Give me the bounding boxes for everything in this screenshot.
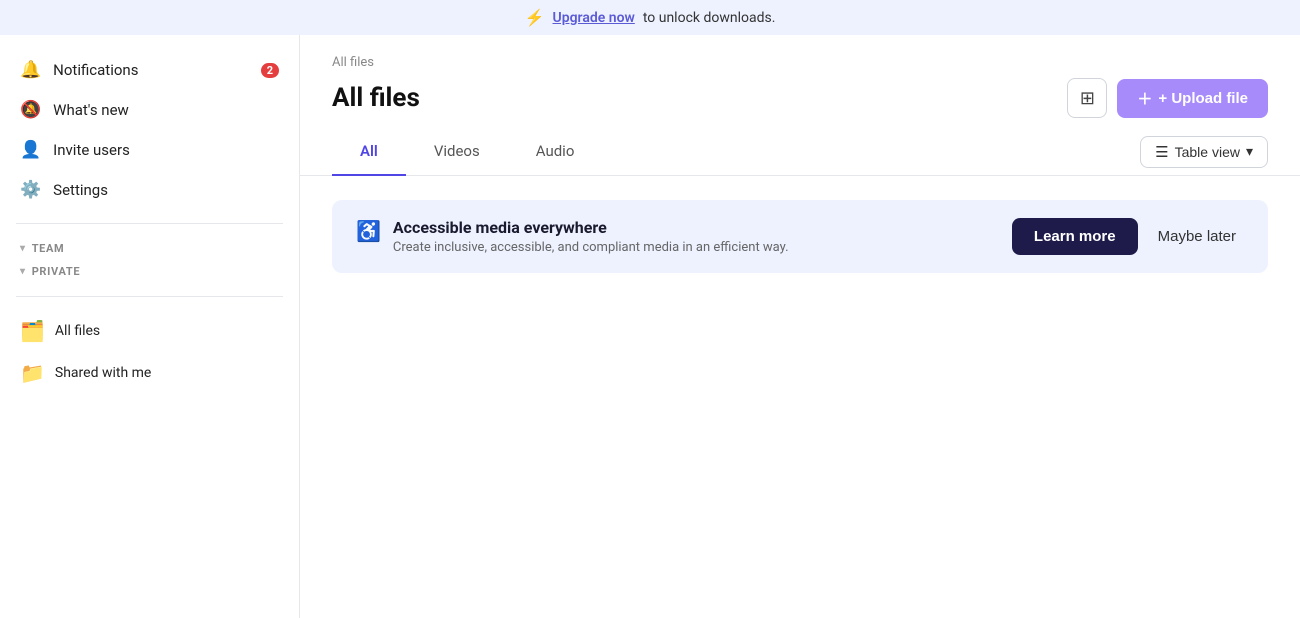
- maybe-later-button[interactable]: Maybe later: [1150, 218, 1244, 255]
- upgrade-link[interactable]: Upgrade now: [553, 10, 635, 26]
- upload-label: + Upload file: [1158, 90, 1248, 107]
- sidebar-section-private[interactable]: ▾ PRIVATE: [0, 261, 299, 282]
- main-layout: 🔔 Notifications 2 🔕 What's new 👤 Invite …: [0, 35, 1300, 618]
- page-title: All files: [332, 83, 420, 113]
- all-files-label: All files: [55, 323, 100, 339]
- bolt-icon: ⚡: [525, 8, 545, 27]
- shared-with-me-label: Shared with me: [55, 365, 151, 381]
- info-banner-subtitle: Create inclusive, accessible, and compli…: [393, 240, 789, 255]
- add-folder-icon: ⊞: [1080, 88, 1095, 109]
- invite-users-label: Invite users: [53, 141, 130, 159]
- tab-all-label: All: [360, 142, 378, 160]
- tab-all[interactable]: All: [332, 134, 406, 176]
- sidebar: 🔔 Notifications 2 🔕 What's new 👤 Invite …: [0, 35, 300, 618]
- breadcrumb: All files: [332, 55, 1268, 70]
- sidebar-item-shared-with-me[interactable]: 📁 Shared with me: [0, 353, 299, 393]
- info-banner-actions: Learn more Maybe later: [1012, 218, 1244, 255]
- list-icon: ☰: [1155, 143, 1168, 161]
- user-icon: 👤: [20, 140, 41, 160]
- chevron-down-icon-private: ▾: [20, 266, 26, 277]
- upload-file-button[interactable]: ＋ + Upload file: [1117, 79, 1268, 118]
- team-section-label: TEAM: [32, 242, 65, 255]
- folder-shared-icon: 📁: [20, 361, 45, 385]
- header-actions: ⊞ ＋ + Upload file: [1067, 78, 1268, 118]
- chevron-down-view-icon: ▾: [1246, 143, 1253, 160]
- sidebar-section-team[interactable]: ▾ TEAM: [0, 238, 299, 259]
- sidebar-item-settings[interactable]: ⚙️ Settings: [0, 171, 299, 209]
- folder-blue-icon: 🗂️: [20, 319, 45, 343]
- tab-audio-label: Audio: [536, 142, 575, 160]
- content-body: ♿ Accessible media everywhere Create inc…: [300, 176, 1300, 618]
- info-banner-left: ♿ Accessible media everywhere Create inc…: [356, 218, 789, 255]
- private-section-label: PRIVATE: [32, 265, 81, 278]
- upload-plus-icon: ＋: [1137, 88, 1152, 109]
- learn-more-button[interactable]: Learn more: [1012, 218, 1138, 255]
- tab-audio[interactable]: Audio: [508, 134, 603, 176]
- tab-videos[interactable]: Videos: [406, 134, 508, 176]
- tabs-row: All Videos Audio ☰ Table view ▾: [300, 118, 1300, 176]
- whats-new-label: What's new: [53, 101, 129, 119]
- banner-text: to unlock downloads.: [643, 10, 776, 26]
- content-header: All files All files ⊞ ＋ + Upload file: [300, 35, 1300, 118]
- sidebar-item-invite-users[interactable]: 👤 Invite users: [0, 131, 299, 169]
- notifications-label: Notifications: [53, 61, 138, 79]
- content-area: All files All files ⊞ ＋ + Upload file: [300, 35, 1300, 618]
- sidebar-divider: [16, 223, 283, 224]
- info-banner-title: Accessible media everywhere: [393, 218, 789, 237]
- notifications-badge: 2: [261, 63, 279, 78]
- sidebar-item-whats-new[interactable]: 🔕 What's new: [0, 91, 299, 129]
- sidebar-item-notifications[interactable]: 🔔 Notifications 2: [0, 51, 299, 89]
- tab-videos-label: Videos: [434, 142, 480, 160]
- add-to-folder-button[interactable]: ⊞: [1067, 78, 1107, 118]
- gear-icon: ⚙️: [20, 180, 41, 200]
- page-title-row: All files ⊞ ＋ + Upload file: [332, 78, 1268, 118]
- chevron-down-icon: ▾: [20, 243, 26, 254]
- sidebar-item-all-files[interactable]: 🗂️ All files: [0, 311, 299, 351]
- bell-icon: 🔔: [20, 60, 41, 80]
- view-toggle-button[interactable]: ☰ Table view ▾: [1140, 136, 1268, 168]
- view-toggle-label: Table view: [1175, 144, 1240, 160]
- info-banner-text: Accessible media everywhere Create inclu…: [393, 218, 789, 255]
- settings-label: Settings: [53, 181, 108, 199]
- tabs-left: All Videos Audio: [332, 134, 602, 175]
- upgrade-banner: ⚡ Upgrade now to unlock downloads.: [0, 0, 1300, 35]
- info-banner-card: ♿ Accessible media everywhere Create inc…: [332, 200, 1268, 273]
- bell-outline-icon: 🔕: [20, 100, 41, 120]
- sidebar-files-divider: [16, 296, 283, 297]
- accessible-icon: ♿: [356, 219, 381, 243]
